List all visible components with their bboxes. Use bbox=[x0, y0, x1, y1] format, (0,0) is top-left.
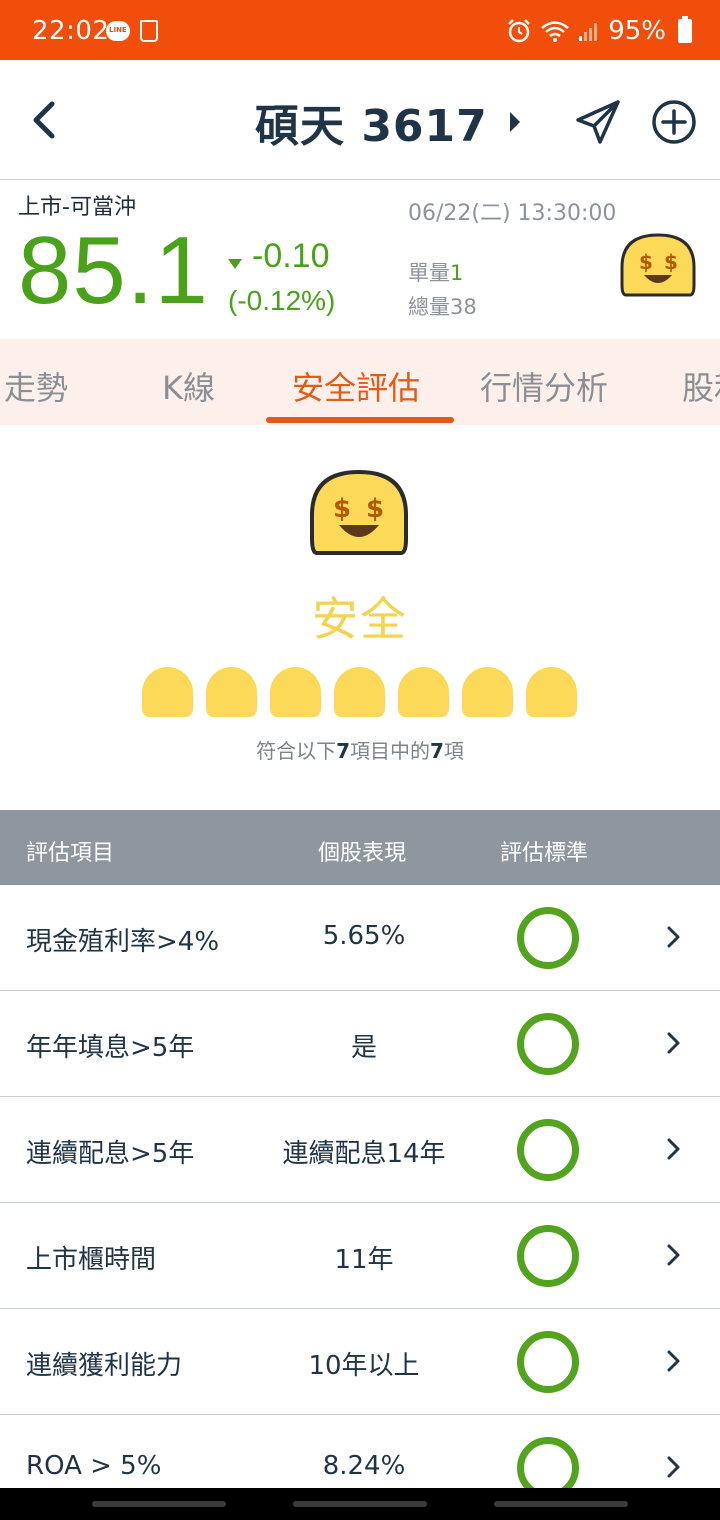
score-dot bbox=[142, 667, 193, 717]
app-header: 碩天 3617 bbox=[0, 60, 720, 180]
tab-bar: 走勢 K線 安全評估 行情分析 股利 bbox=[0, 339, 720, 425]
chevron-right-icon[interactable] bbox=[662, 923, 684, 951]
criteria-value: 8.24% bbox=[322, 1451, 406, 1481]
criteria-value: 10年以上 bbox=[308, 1351, 420, 1381]
criteria-value: 5.65% bbox=[322, 921, 406, 951]
add-icon[interactable] bbox=[650, 98, 698, 146]
money-eyes-face-icon: $ $ bbox=[310, 469, 408, 555]
criteria-value: 是 bbox=[350, 1033, 377, 1063]
tab-trend[interactable]: 走勢 bbox=[4, 363, 68, 409]
criteria-table: 現金殖利率>4% 5.65% 年年填息>5年 是 連續配息>5年 連續配息14年… bbox=[0, 885, 720, 1520]
safety-summary-text: 符合以下7項目中的7項 bbox=[256, 739, 464, 763]
back-icon[interactable] bbox=[24, 96, 72, 144]
pass-circle-icon bbox=[517, 1225, 579, 1287]
svg-text:$: $ bbox=[333, 494, 351, 524]
nav-recents-button[interactable] bbox=[92, 1501, 226, 1507]
share-icon[interactable] bbox=[574, 98, 622, 146]
down-triangle-icon bbox=[228, 259, 242, 269]
quote-panel: 上市-可當沖 85.1 -0.10 (-0.12%) 06/22(二) 13:3… bbox=[0, 181, 720, 339]
header-criteria: 評估標準 bbox=[500, 841, 589, 866]
tab-k-line[interactable]: K線 bbox=[162, 363, 215, 409]
signal-icon bbox=[579, 23, 598, 41]
criteria-name: 現金殖利率>4% bbox=[26, 927, 220, 957]
chevron-right-icon[interactable] bbox=[662, 1347, 684, 1375]
score-dot bbox=[526, 667, 577, 717]
pass-circle-icon bbox=[517, 1119, 579, 1181]
active-tab-indicator bbox=[266, 417, 454, 423]
nav-back-button[interactable] bbox=[494, 1501, 628, 1507]
single-volume: 單量1 bbox=[408, 261, 464, 285]
cup-icon bbox=[140, 20, 158, 42]
safety-summary-panel: $ $ 安全 符合以下7項目中的7項 bbox=[0, 425, 720, 810]
chevron-right-icon[interactable] bbox=[662, 1029, 684, 1057]
score-dot bbox=[398, 667, 449, 717]
criteria-name: 年年填息>5年 bbox=[26, 1033, 195, 1063]
quote-datetime: 06/22(二) 13:30:00 bbox=[408, 201, 617, 226]
chevron-right-icon[interactable] bbox=[662, 1241, 684, 1269]
score-dot bbox=[270, 667, 321, 717]
criteria-value: 11年 bbox=[334, 1245, 394, 1275]
criteria-value: 連續配息14年 bbox=[282, 1139, 446, 1169]
svg-text:$: $ bbox=[366, 494, 384, 524]
pass-circle-icon bbox=[517, 1331, 579, 1393]
tab-dividend[interactable]: 股利 bbox=[682, 363, 720, 409]
chevron-right-icon[interactable] bbox=[662, 1453, 684, 1481]
svg-text:$: $ bbox=[664, 250, 678, 274]
status-time: 22:02 bbox=[32, 16, 110, 46]
svg-text:$: $ bbox=[639, 250, 653, 274]
money-eyes-face-icon: $ $ bbox=[620, 233, 696, 297]
header-performance: 個股表現 bbox=[318, 841, 407, 866]
table-row[interactable]: 上市櫃時間 11年 bbox=[0, 1203, 720, 1309]
battery-percent: 95% bbox=[608, 16, 666, 46]
tab-safety[interactable]: 安全評估 bbox=[292, 363, 420, 409]
battery-icon bbox=[678, 16, 692, 43]
safety-level-label: 安全 bbox=[312, 592, 408, 646]
table-row[interactable]: 連續配息>5年 連續配息14年 bbox=[0, 1097, 720, 1203]
pass-circle-icon bbox=[517, 1013, 579, 1075]
total-volume: 總量38 bbox=[408, 295, 477, 319]
pass-circle-icon bbox=[517, 907, 579, 969]
criteria-table-header: 評估項目 個股表現 評估標準 bbox=[0, 810, 720, 885]
wifi-icon bbox=[541, 21, 570, 42]
line-icon bbox=[106, 21, 130, 41]
stock-selector[interactable]: 碩天 3617 bbox=[255, 90, 520, 154]
price: 85.1 bbox=[18, 217, 209, 324]
table-row[interactable]: 現金殖利率>4% 5.65% bbox=[0, 885, 720, 991]
caret-right-icon bbox=[509, 112, 520, 132]
score-dot bbox=[462, 667, 513, 717]
tab-market-analysis[interactable]: 行情分析 bbox=[480, 363, 608, 409]
table-row[interactable]: 年年填息>5年 是 bbox=[0, 991, 720, 1097]
header-item: 評估項目 bbox=[26, 841, 115, 866]
criteria-name: 上市櫃時間 bbox=[26, 1245, 157, 1275]
score-dot bbox=[206, 667, 257, 717]
criteria-name: 連續獲利能力 bbox=[26, 1351, 183, 1381]
score-dot bbox=[334, 667, 385, 717]
system-nav-bar bbox=[0, 1488, 720, 1520]
price-change-percent: (-0.12%) bbox=[228, 285, 336, 316]
alarm-icon bbox=[508, 19, 531, 43]
table-row[interactable]: 連續獲利能力 10年以上 bbox=[0, 1309, 720, 1415]
status-bar: 22:02 95% bbox=[0, 0, 720, 60]
nav-home-button[interactable] bbox=[293, 1501, 427, 1507]
criteria-name: ROA > 5% bbox=[26, 1451, 162, 1481]
chevron-right-icon[interactable] bbox=[662, 1135, 684, 1163]
page-title: 碩天 3617 bbox=[255, 101, 488, 152]
price-change: -0.10 bbox=[252, 237, 330, 275]
criteria-name: 連續配息>5年 bbox=[26, 1139, 195, 1169]
safety-score-dots bbox=[142, 667, 577, 717]
